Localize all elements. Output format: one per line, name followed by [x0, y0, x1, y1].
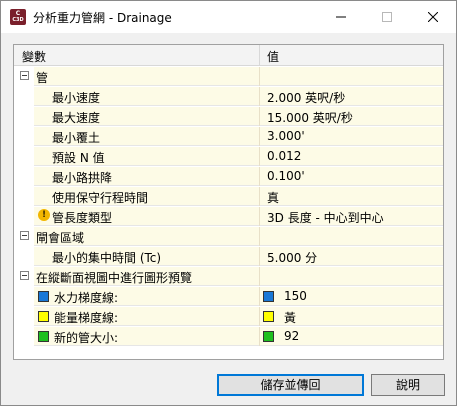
property-row[interactable]: 水力梯度線: 150: [14, 287, 443, 306]
property-value[interactable]: 150: [284, 289, 307, 303]
property-row[interactable]: ! 管長度類型 3D 長度 - 中心到中心: [14, 207, 443, 226]
property-name: 管長度類型: [52, 211, 113, 225]
property-name: 新的管大小:: [54, 331, 119, 345]
collapse-icon[interactable]: [20, 71, 29, 80]
property-name: 最小覆土: [52, 131, 101, 145]
property-value[interactable]: 真: [267, 189, 279, 206]
property-value[interactable]: 5.000 分: [267, 249, 317, 266]
group-row-catchment[interactable]: 閘會區域: [14, 227, 443, 246]
warning-icon: !: [38, 209, 50, 221]
header-value: 值: [267, 50, 280, 64]
close-icon: [428, 12, 438, 22]
grid-header: 變數 值: [14, 45, 443, 66]
header-divider[interactable]: [259, 45, 260, 66]
property-name: 能量梯度線:: [54, 311, 119, 325]
property-name: 最小路拱降: [52, 171, 113, 185]
title-bar[interactable]: C C3D 分析重力管網 - Drainage: [1, 1, 456, 33]
close-button[interactable]: [410, 1, 456, 33]
window-title: 分析重力管網 - Drainage: [33, 11, 172, 25]
property-row[interactable]: 最大速度 15.000 英呎/秒: [14, 107, 443, 126]
property-value[interactable]: 92: [284, 329, 299, 343]
property-value[interactable]: 2.000 英呎/秒: [267, 89, 345, 106]
property-row[interactable]: 最小的集中時間 (Tc) 5.000 分: [14, 247, 443, 266]
property-name: 水力梯度線:: [54, 291, 119, 305]
property-row[interactable]: 預設 N 值 0.012: [14, 147, 443, 166]
maximize-icon: [382, 12, 392, 22]
property-value[interactable]: 0.100': [267, 169, 305, 183]
color-swatch-icon: [263, 331, 274, 342]
property-row[interactable]: 最小速度 2.000 英呎/秒: [14, 87, 443, 106]
civil3d-app-icon: C C3D: [10, 9, 26, 25]
group-row-preview[interactable]: 在縱斷面視圖中進行圖形預覽: [14, 267, 443, 286]
property-value[interactable]: 黃: [284, 309, 296, 326]
property-name: 最小的集中時間 (Tc): [52, 251, 162, 265]
collapse-icon[interactable]: [20, 271, 29, 280]
property-row[interactable]: 使用保守行程時間 真: [14, 187, 443, 206]
property-value[interactable]: 3.000': [267, 129, 305, 143]
help-button[interactable]: 說明: [371, 374, 445, 396]
collapse-icon[interactable]: [20, 231, 29, 240]
color-swatch-icon: [263, 291, 274, 302]
property-value[interactable]: 3D 長度 - 中心到中心: [267, 209, 384, 226]
header-variable: 變數: [22, 50, 47, 64]
property-row[interactable]: 最小路拱降 0.100': [14, 167, 443, 186]
group-label: 在縱斷面視圖中進行圖形預覽: [36, 271, 193, 285]
color-swatch-icon: [38, 331, 49, 342]
group-label: 閘會區域: [36, 231, 85, 245]
property-name: 最大速度: [52, 111, 101, 125]
save-and-return-button[interactable]: 儲存並傳回: [217, 374, 364, 396]
color-swatch-icon: [38, 291, 49, 302]
property-row[interactable]: 能量梯度線: 黃: [14, 307, 443, 326]
property-row[interactable]: 新的管大小: 92: [14, 327, 443, 346]
property-value[interactable]: 0.012: [267, 149, 301, 163]
maximize-button: [364, 1, 410, 33]
color-swatch-icon: [38, 311, 49, 322]
dialog-window: C C3D 分析重力管網 - Drainage 變數 值 管 最小速度 2.00…: [0, 0, 457, 406]
group-row-pipes[interactable]: 管: [14, 67, 443, 86]
property-name: 最小速度: [52, 91, 101, 105]
property-row[interactable]: 最小覆土 3.000': [14, 127, 443, 146]
property-name: 預設 N 值: [52, 151, 105, 165]
minimize-button[interactable]: [318, 1, 364, 33]
group-label: 管: [36, 71, 49, 85]
minimize-icon: [336, 16, 346, 18]
property-name: 使用保守行程時間: [52, 191, 149, 205]
property-value[interactable]: 15.000 英呎/秒: [267, 109, 353, 126]
property-grid[interactable]: 變數 值 管 最小速度 2.000 英呎/秒 最大速度 15.000 英呎/秒 …: [13, 44, 444, 360]
color-swatch-icon: [263, 311, 274, 322]
